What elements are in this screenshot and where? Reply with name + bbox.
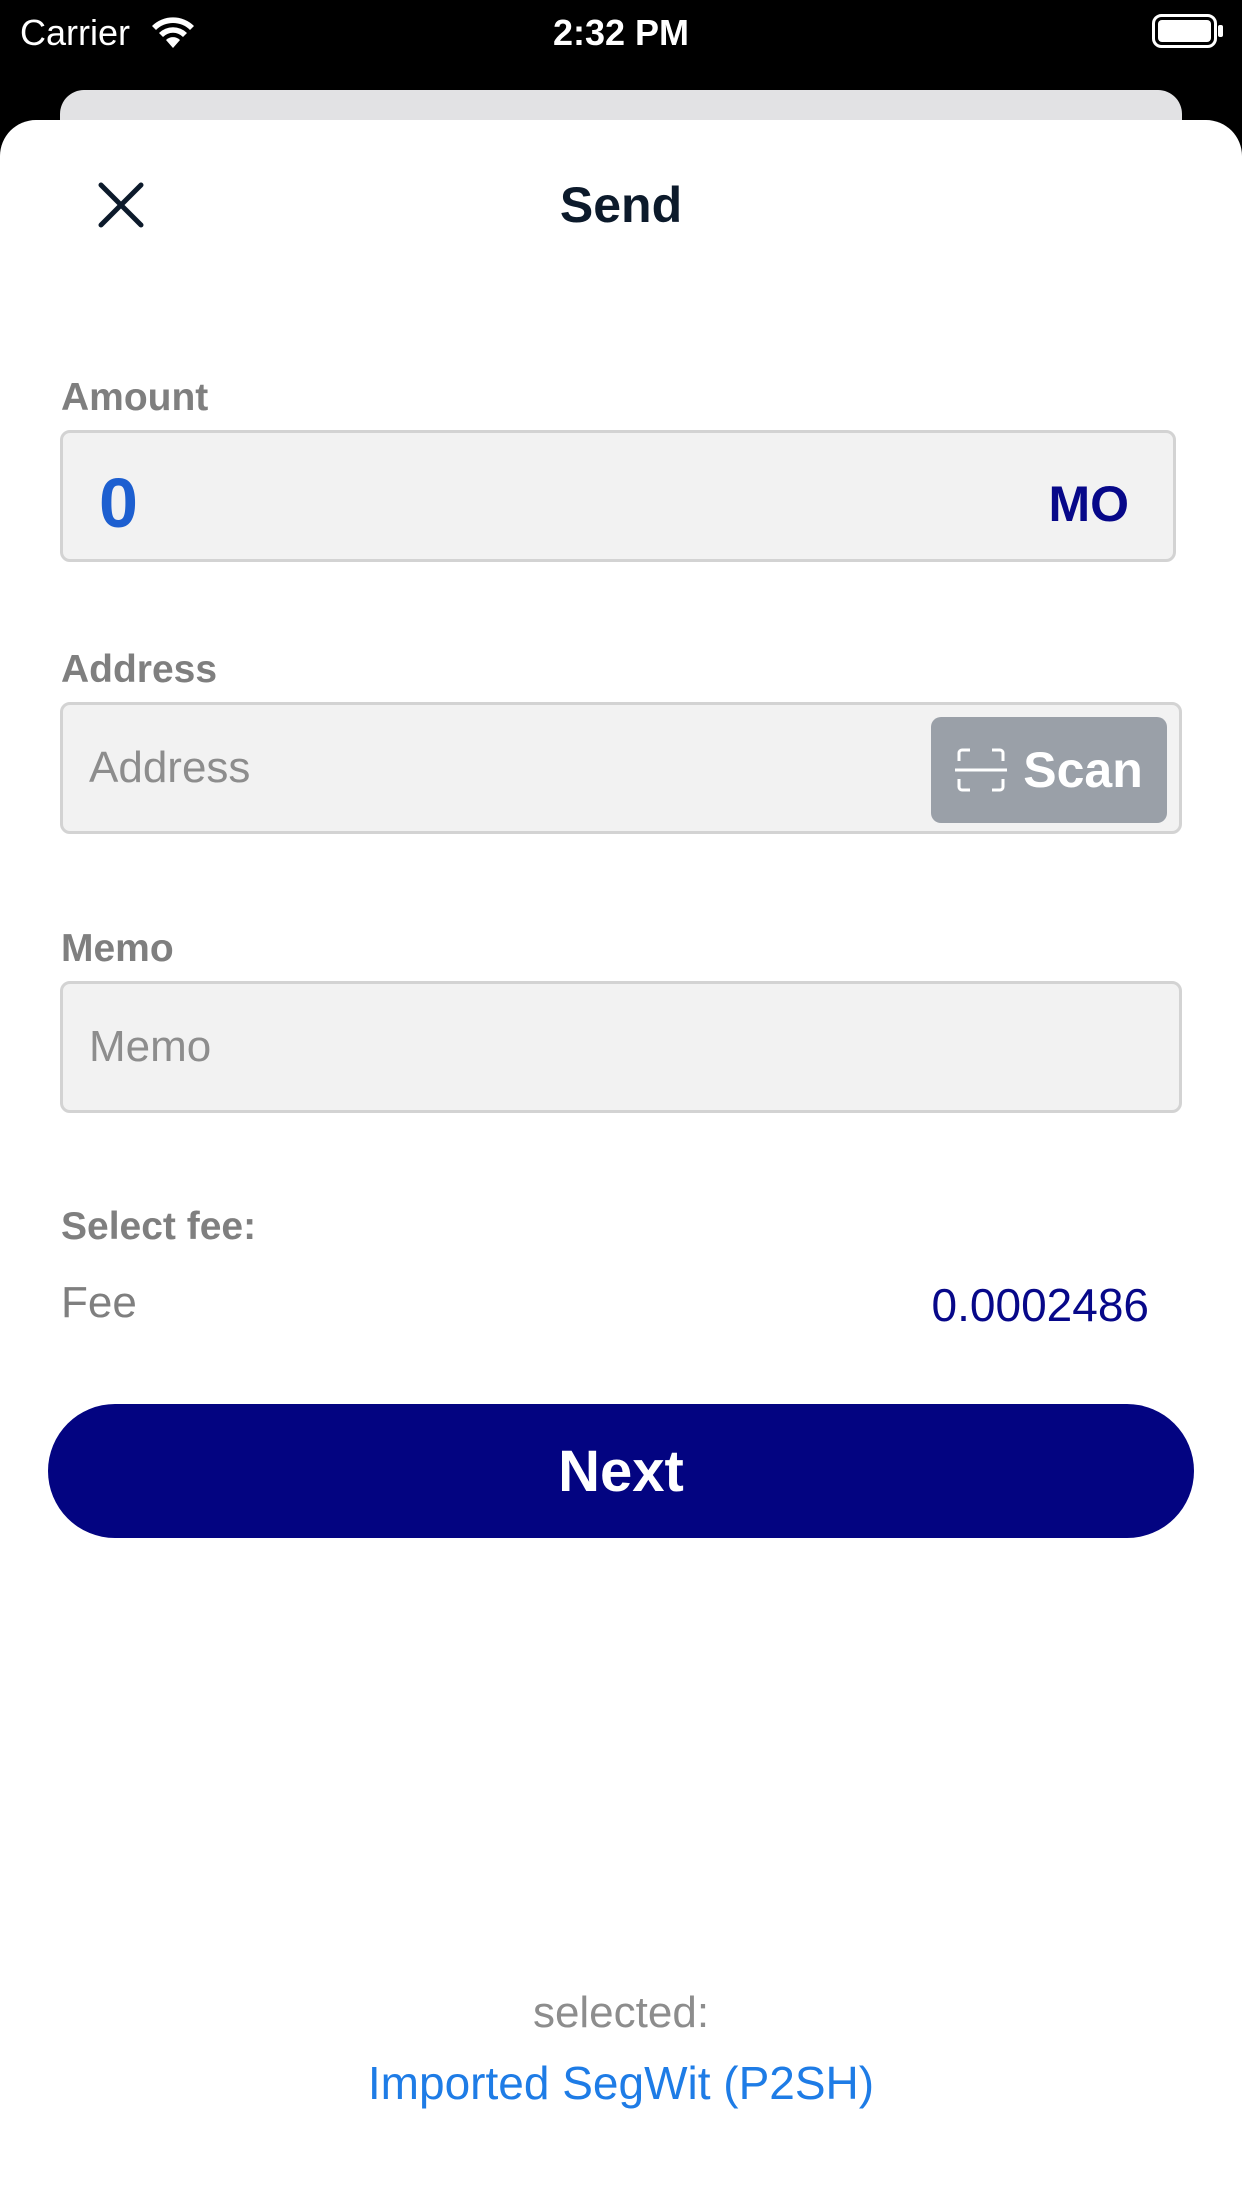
selected-caption: selected:: [532, 1988, 710, 2037]
amount-label: Amount: [61, 376, 209, 419]
fee-label: Fee: [61, 1278, 137, 1327]
selected-wallet-link[interactable]: Imported SegWit (P2SH): [0, 2056, 1242, 2110]
memo-field: [60, 981, 1182, 1113]
address-label: Address: [61, 648, 218, 691]
amount-unit[interactable]: MO: [1048, 475, 1129, 533]
page-title: Send: [559, 177, 683, 233]
scan-label: Scan: [1023, 742, 1143, 798]
fee-value[interactable]: 0.0002486: [932, 1278, 1149, 1332]
status-time: 2:32 PM: [552, 12, 690, 53]
scan-icon: [955, 748, 1008, 792]
address-input[interactable]: [89, 705, 889, 831]
memo-label: Memo: [61, 927, 174, 970]
select-fee-label: Select fee:: [61, 1205, 257, 1248]
scan-button[interactable]: Scan: [931, 717, 1167, 823]
amount-input[interactable]: [99, 463, 799, 543]
battery-icon: [1152, 14, 1223, 48]
status-bar: Carrier 2:32 PM: [0, 0, 1242, 64]
next-button[interactable]: Next: [48, 1404, 1194, 1538]
address-field: Scan: [60, 702, 1182, 834]
memo-input[interactable]: [89, 984, 889, 1110]
amount-field[interactable]: MO: [60, 430, 1176, 562]
